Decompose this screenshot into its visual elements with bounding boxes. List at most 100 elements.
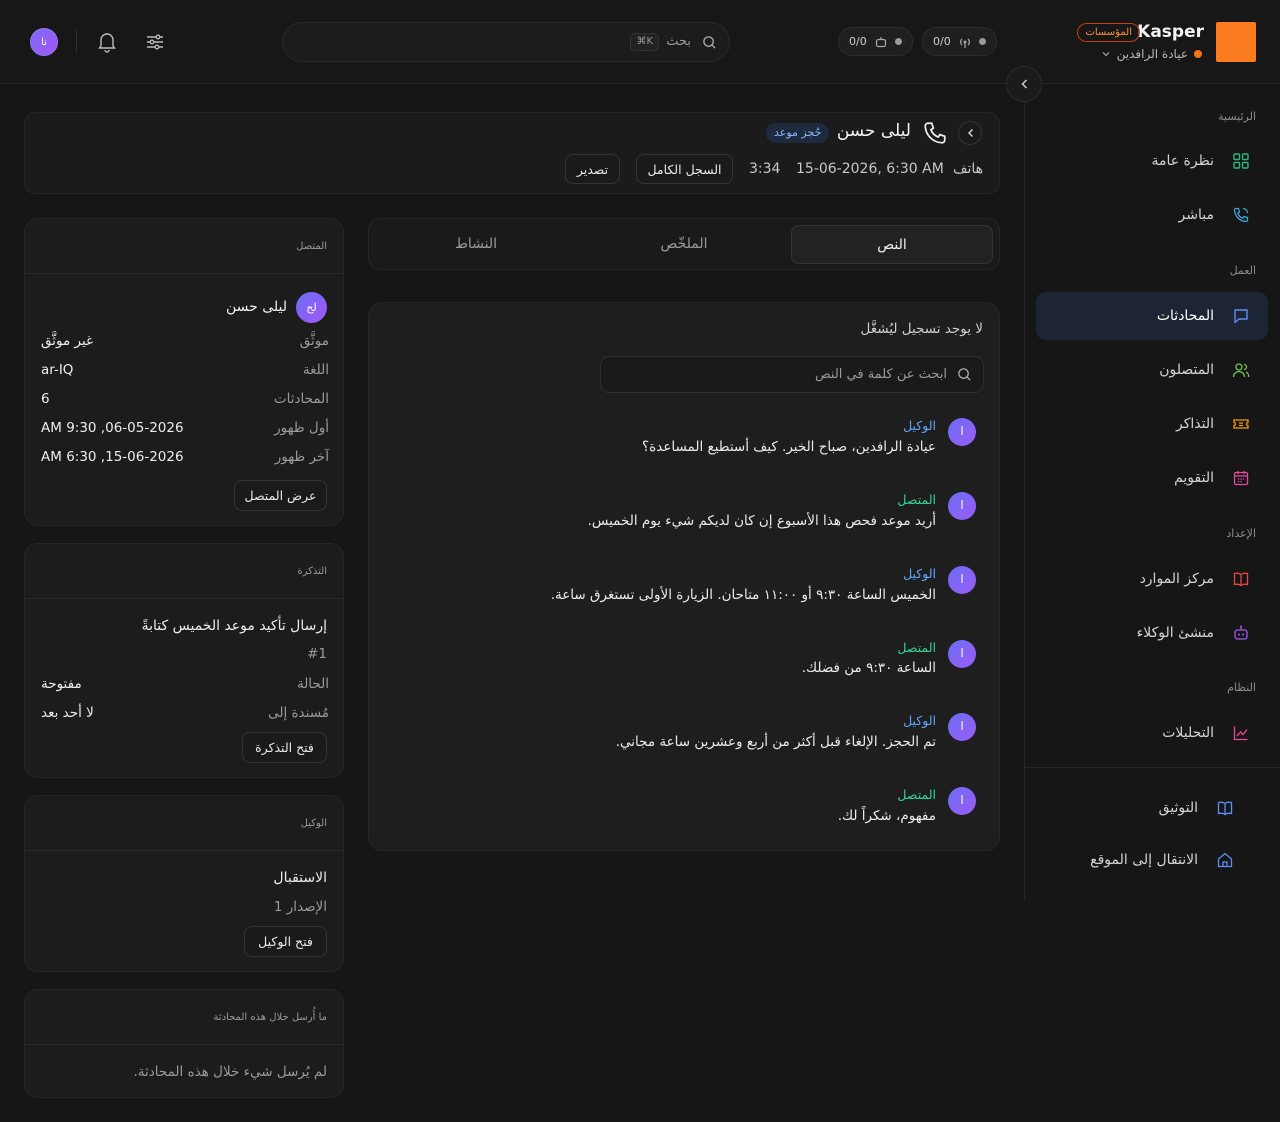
message-avatar: ا bbox=[948, 492, 976, 520]
collapse-sidebar-button[interactable] bbox=[1006, 66, 1042, 102]
user-avatar[interactable]: نا bbox=[30, 28, 58, 56]
sidebar-item-conversations[interactable]: المحادثات bbox=[1036, 292, 1268, 340]
shortcut-hint: ⌘K bbox=[630, 33, 659, 51]
message-avatar: ا bbox=[948, 418, 976, 446]
message-text: الخميس الساعة ٩:٣٠ أو ١١:٠٠ متاحان. الزي… bbox=[550, 587, 936, 603]
users-icon bbox=[1232, 363, 1250, 378]
full-log-button[interactable]: السجل الكامل bbox=[636, 154, 733, 184]
sidebar-item-label: المتصلون bbox=[1159, 362, 1214, 378]
bot-icon bbox=[1234, 625, 1248, 640]
message-role: الوكيل bbox=[903, 713, 936, 728]
message-role: المتصل bbox=[897, 640, 936, 655]
message-avatar: ا bbox=[948, 640, 976, 668]
home-icon bbox=[1217, 852, 1233, 868]
row-value: 15-06-2026, 6:30 AM bbox=[41, 449, 184, 465]
back-button[interactable] bbox=[958, 121, 982, 145]
export-button[interactable]: تصدير bbox=[565, 154, 620, 184]
brand-logo[interactable] bbox=[1216, 22, 1256, 62]
message-text: تم الحجز. الإلغاء قبل أكثر من أربع وعشري… bbox=[615, 734, 936, 750]
card-heading: التذكرة bbox=[297, 566, 327, 577]
org-switcher[interactable]: عيادة الرافدين bbox=[1101, 47, 1202, 61]
message-text: مفهوم، شكراً لك. bbox=[837, 808, 936, 824]
chart-icon bbox=[1233, 726, 1248, 741]
caller-avatar: لح bbox=[296, 292, 327, 323]
call-datetime: 15-06-2026, 6:30 AM bbox=[796, 161, 944, 177]
transcript-search-input[interactable]: ابحث عن كلمة في النص bbox=[600, 356, 984, 393]
sidebar-item-label: مباشر bbox=[1178, 207, 1214, 223]
row-key: المحادثات bbox=[273, 391, 329, 407]
card-heading: الوكيل bbox=[300, 818, 327, 829]
sidebar-item-analytics[interactable]: التحليلات bbox=[1036, 709, 1268, 757]
tab-summary[interactable]: الملخّص bbox=[583, 225, 785, 264]
caller-row-verified: غير موثَّق موثَّق bbox=[41, 333, 329, 349]
tab-transcript[interactable]: النص bbox=[791, 225, 993, 264]
bell-icon[interactable] bbox=[97, 31, 117, 53]
card-heading: ما أُرسل خلال هذه المحادثة bbox=[213, 1012, 327, 1023]
bots-pill[interactable]: 0/0 bbox=[838, 27, 913, 56]
bot-icon bbox=[875, 36, 886, 47]
sent-empty-text: لم يُرسل شيء خلال هذه المحادثة. bbox=[133, 1064, 328, 1080]
conversation-tabs: النص الملخّص النشاط bbox=[368, 218, 1000, 270]
grid-icon bbox=[1233, 153, 1249, 169]
row-value: 06-05-2026, 9:30 AM bbox=[41, 420, 184, 436]
caller-card-name: ليلى حسن bbox=[225, 299, 287, 315]
row-value: 6 bbox=[41, 391, 50, 407]
calendar-icon bbox=[1233, 471, 1249, 486]
sidebar-item-label: التذاكر bbox=[1175, 416, 1214, 432]
message-text: عيادة الرافدين، صباح الخير. كيف أستطيع ا… bbox=[642, 439, 936, 455]
row-key: الحالة bbox=[296, 676, 329, 692]
docs-icon bbox=[1217, 801, 1233, 816]
filters-icon[interactable] bbox=[145, 32, 165, 52]
search-icon bbox=[958, 368, 971, 381]
search-placeholder: بحث bbox=[666, 34, 691, 49]
row-key: آخر ظهور bbox=[274, 449, 329, 465]
phone-icon bbox=[924, 122, 946, 144]
channel-label: هاتف bbox=[952, 161, 983, 177]
sidebar-divider bbox=[1025, 767, 1280, 768]
row-value: مفتوحة bbox=[41, 676, 82, 692]
row-value: لا أحد بعد bbox=[41, 705, 94, 721]
sidebar-item-go-to-site[interactable]: الانتقال إلى الموقع bbox=[1020, 836, 1252, 884]
message-text: الساعة ٩:٣٠ من فضلك. bbox=[801, 660, 936, 676]
sidebar-item-overview[interactable]: نظرة عامة bbox=[1036, 137, 1268, 185]
sidebar-item-tickets[interactable]: التذاكر bbox=[1036, 400, 1268, 448]
open-ticket-button[interactable]: فتح التذكرة bbox=[242, 732, 327, 763]
card-divider bbox=[25, 273, 343, 274]
caller-row-language: ar-IQ اللغة bbox=[41, 362, 329, 378]
sidebar-item-agent-builder[interactable]: منشئ الوكلاء bbox=[1036, 609, 1268, 657]
sidebar-item-calendar[interactable]: التقويم bbox=[1036, 454, 1268, 502]
caller-row-last-seen: 15-06-2026, 6:30 AM آخر ظهور bbox=[41, 449, 329, 465]
card-divider bbox=[25, 1044, 343, 1045]
caller-row-conversations: 6 المحادثات bbox=[41, 391, 329, 407]
view-caller-button[interactable]: عرض المتصل bbox=[234, 480, 327, 511]
message-role: الوكيل bbox=[903, 566, 936, 581]
agent-name: الاستقبال bbox=[273, 870, 327, 886]
sidebar-item-label: مركز الموارد bbox=[1139, 571, 1214, 587]
sidebar-section-system: النظام bbox=[1227, 681, 1256, 694]
row-key: مُسندة إلى bbox=[268, 705, 329, 721]
caller-row-first-seen: 06-05-2026, 9:30 AM أول ظهور bbox=[41, 420, 329, 436]
chevron-left-icon bbox=[968, 129, 973, 137]
plan-badge: المؤسسات bbox=[1077, 23, 1140, 42]
book-icon bbox=[1233, 572, 1249, 587]
sidebar-section-setup: الإعداد bbox=[1226, 527, 1256, 540]
message-role: المتصل bbox=[897, 787, 936, 802]
sidebar-item-label: التقويم bbox=[1174, 470, 1214, 486]
sidebar-item-callers[interactable]: المتصلون bbox=[1036, 346, 1268, 394]
sidebar-item-docs[interactable]: التوثيق bbox=[1020, 784, 1252, 832]
sidebar-item-resources[interactable]: مركز الموارد bbox=[1036, 555, 1268, 603]
agent-card: الوكيل الاستقبال الإصدار 1 فتح الوكيل bbox=[24, 795, 344, 972]
live-calls-pill[interactable]: 0/0 bbox=[922, 27, 997, 56]
chat-icon bbox=[1234, 309, 1248, 324]
open-agent-button[interactable]: فتح الوكيل bbox=[244, 926, 327, 957]
global-search[interactable]: بحث ⌘K bbox=[282, 22, 730, 62]
sidebar-item-live[interactable]: مباشر bbox=[1036, 191, 1268, 239]
status-dot bbox=[894, 38, 902, 45]
org-name: عيادة الرافدين bbox=[1116, 47, 1188, 61]
message-text: أريد موعد فحص هذا الأسبوع إن كان لديكم ش… bbox=[587, 513, 936, 529]
chevron-down-icon bbox=[1102, 52, 1110, 57]
row-key: أول ظهور bbox=[274, 420, 329, 436]
caller-name: ليلى حسن bbox=[836, 121, 911, 141]
tab-activity[interactable]: النشاط bbox=[375, 225, 577, 264]
status-dot bbox=[978, 38, 986, 45]
